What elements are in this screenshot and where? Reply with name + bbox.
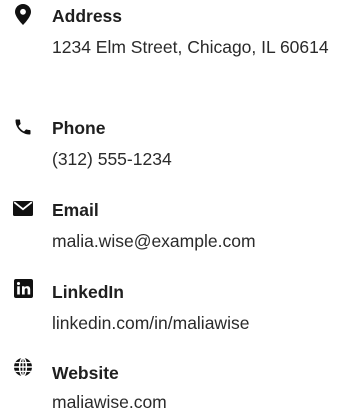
globe-icon [12, 356, 34, 378]
map-marker-icon [12, 3, 34, 25]
phone-icon [12, 116, 34, 138]
email-label: Email [52, 200, 99, 220]
website-label: Website [52, 363, 119, 383]
contact-info-list: Address 1234 Elm Street, Chicago, IL 606… [0, 0, 351, 417]
linkedin-icon [12, 277, 34, 299]
address-value: 1234 Elm Street, Chicago, IL 60614 [52, 37, 329, 57]
linkedin-value: linkedin.com/in/maliawise [52, 313, 250, 333]
website-value: maliawise.com [52, 392, 167, 412]
linkedin-label: LinkedIn [52, 282, 124, 302]
envelope-icon [12, 197, 34, 219]
email-value: malia.wise@example.com [52, 231, 256, 251]
phone-value: (312) 555-1234 [52, 149, 172, 169]
address-label: Address [52, 6, 123, 26]
phone-label: Phone [52, 118, 106, 138]
